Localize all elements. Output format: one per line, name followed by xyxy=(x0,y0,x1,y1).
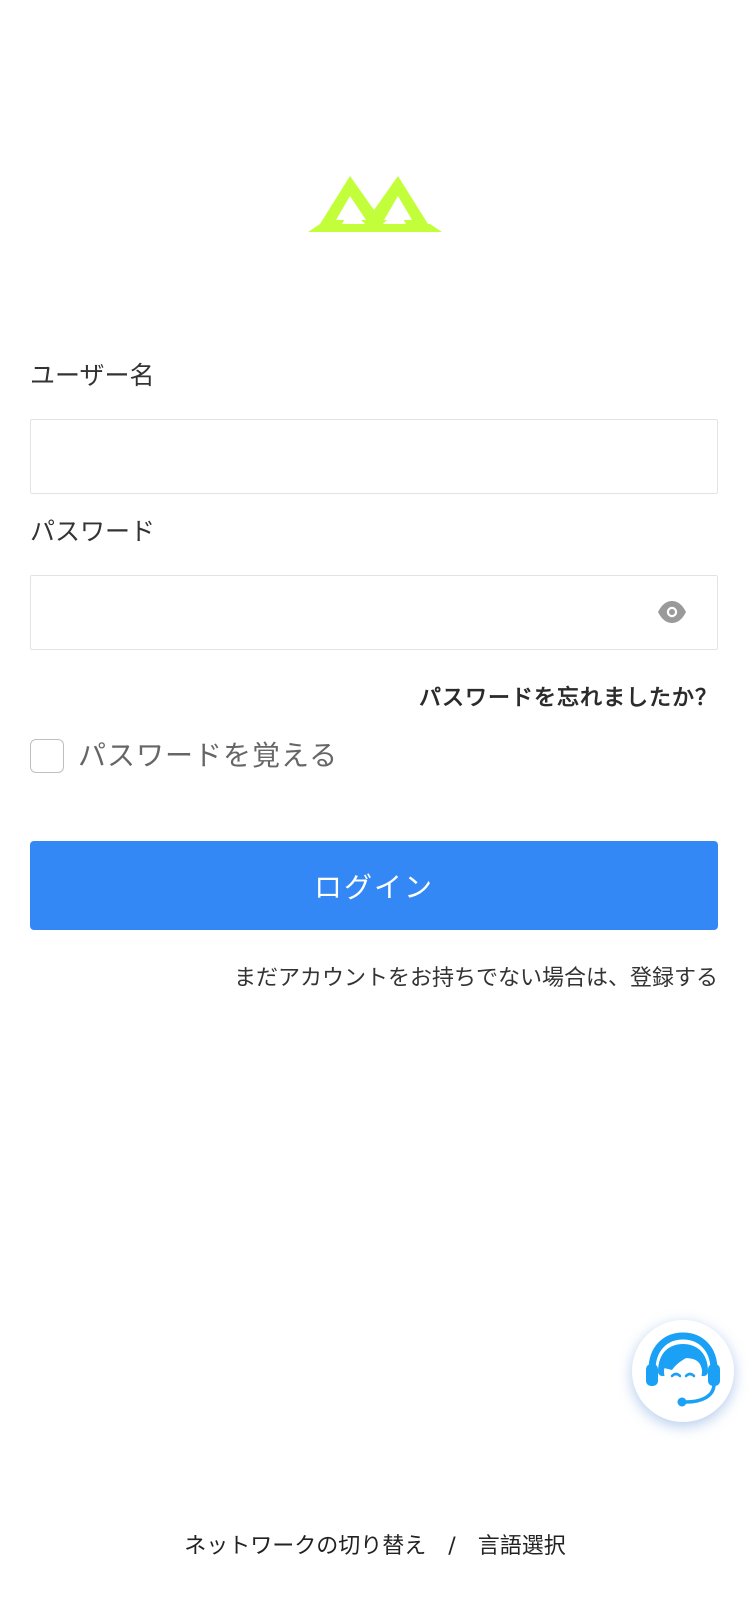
username-label: ユーザー名 xyxy=(30,361,155,390)
username-input[interactable] xyxy=(30,419,718,494)
logo-icon xyxy=(308,176,442,232)
eye-icon[interactable] xyxy=(657,600,687,624)
footer-links: ネットワークの切り替え / 言語選択 xyxy=(0,1532,750,1562)
remember-label: パスワードを覚える xyxy=(78,739,339,772)
language-select-link[interactable]: 言語選択 xyxy=(478,1532,566,1562)
password-label: パスワード xyxy=(30,517,156,546)
password-input[interactable] xyxy=(30,575,718,650)
login-button-label: ログイン xyxy=(313,870,434,904)
footer-separator: / xyxy=(448,1534,456,1559)
login-button[interactable]: ログイン xyxy=(30,841,718,930)
forgot-password-link[interactable]: パスワードを忘れましたか？ xyxy=(419,684,718,714)
customer-support-icon xyxy=(646,1332,720,1407)
register-link[interactable]: まだアカウントをお持ちでない場合は、登録する xyxy=(234,964,718,994)
remember-checkbox[interactable] xyxy=(30,739,64,773)
network-switch-link[interactable]: ネットワークの切り替え xyxy=(184,1532,426,1562)
customer-support-button[interactable] xyxy=(632,1320,734,1422)
remember-password-row[interactable]: パスワードを覚える xyxy=(30,738,338,774)
